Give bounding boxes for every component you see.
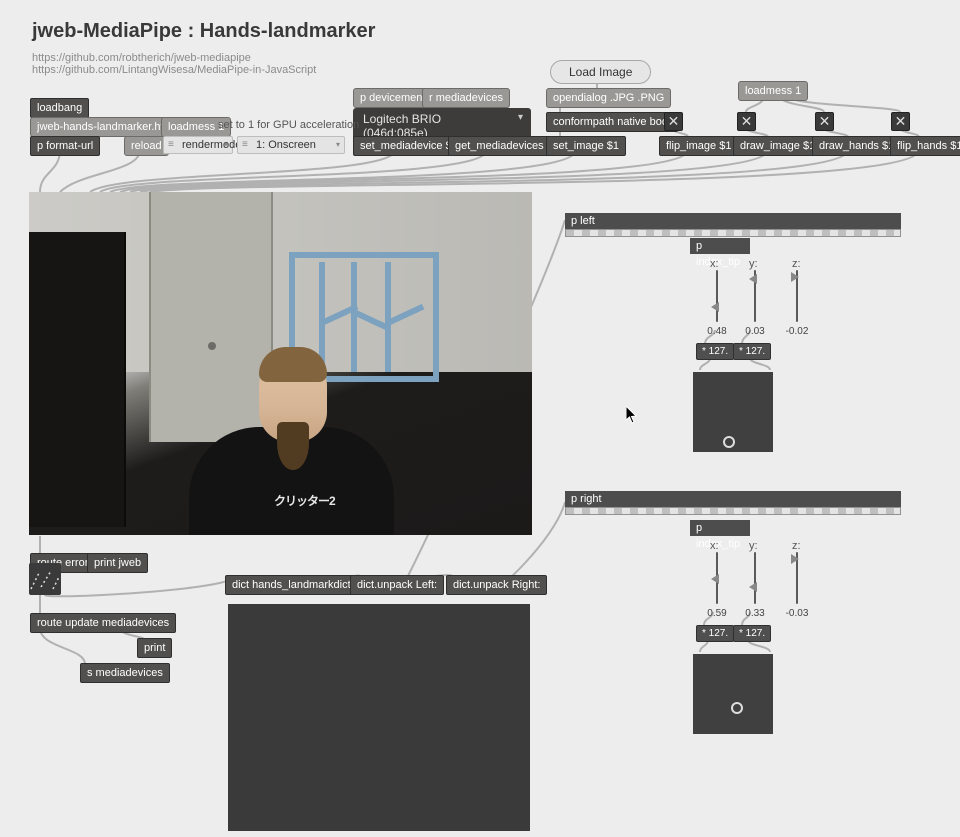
val-x-left: 0.48	[700, 326, 734, 337]
jweb-video-panel[interactable]: クリッター2	[29, 192, 532, 535]
slider-z-right[interactable]	[792, 552, 802, 604]
comment-gpu: set to 1 for GPU acceleration	[218, 119, 359, 131]
toggle-flipimage[interactable]: ✕	[737, 112, 756, 131]
mul127-x-right[interactable]: * 127.	[696, 625, 734, 642]
p-right-bar[interactable]: p right	[565, 491, 901, 507]
function-editor[interactable]	[29, 563, 61, 595]
get-mediadevices[interactable]: get_mediadevices	[448, 136, 551, 156]
onscreen-menu[interactable]: 1: Onscreen	[237, 136, 345, 154]
draw-hands[interactable]: draw_hands $1	[812, 136, 901, 156]
opendialog[interactable]: opendialog .JPG .PNG	[546, 88, 671, 108]
dict-unpack-right[interactable]: dict.unpack Right:	[446, 575, 547, 595]
val-y-right: 0.33	[738, 608, 772, 619]
x-icon: ✕	[819, 113, 831, 130]
xypad-left[interactable]	[693, 372, 773, 452]
p-left-divider	[565, 229, 901, 237]
rendermode-menu[interactable]: rendermode	[163, 136, 233, 154]
label-z-left: z:	[792, 258, 801, 270]
flip-hands[interactable]: flip_hands $1	[890, 136, 960, 156]
x-icon: ✕	[895, 113, 907, 130]
toggle-drawimage[interactable]: ✕	[815, 112, 834, 131]
toggle-drawhands[interactable]: ✕	[891, 112, 910, 131]
mul127-x-left[interactable]: * 127.	[696, 343, 734, 360]
label-x-right: x:	[710, 540, 719, 552]
print-jweb[interactable]: print jweb	[87, 553, 148, 573]
label-y-left: y:	[749, 258, 758, 270]
mouse-cursor	[626, 406, 638, 424]
val-z-left: -0.02	[780, 326, 814, 337]
p-indextip-right[interactable]: p index_tip	[690, 520, 750, 536]
dict-landmark[interactable]: dict hands_landmarkdict	[225, 575, 358, 595]
print[interactable]: print	[137, 638, 172, 658]
val-y-left: 0.03	[738, 326, 772, 337]
shirt-text: クリッター2	[274, 492, 335, 509]
p-right-divider	[565, 507, 901, 515]
route-update[interactable]: route update mediadevices	[30, 613, 176, 633]
slider-y-left[interactable]	[750, 270, 760, 322]
page-title: jweb-MediaPipe : Hands-landmarker	[32, 20, 375, 43]
label-x-left: x:	[710, 258, 719, 270]
load-image-button[interactable]: Load Image	[550, 60, 651, 84]
loadbang[interactable]: loadbang	[30, 98, 89, 118]
toggle-conformpath[interactable]: ✕	[664, 112, 683, 131]
draw-image[interactable]: draw_image $1	[733, 136, 822, 156]
loadmess-1-b[interactable]: loadmess 1	[738, 81, 808, 101]
slider-y-right[interactable]	[750, 552, 760, 604]
p-indextip-left[interactable]: p index_tip	[690, 238, 750, 254]
val-x-right: 0.59	[700, 608, 734, 619]
val-z-right: -0.03	[780, 608, 814, 619]
link-2: https://github.com/LintangWisesa/MediaPi…	[32, 64, 316, 76]
mul127-y-right[interactable]: * 127.	[733, 625, 771, 642]
x-icon: ✕	[668, 113, 680, 130]
conformpath[interactable]: conformpath native boot	[546, 112, 678, 132]
slider-x-left[interactable]	[712, 270, 722, 322]
x-icon: ✕	[741, 113, 753, 130]
xypad-right[interactable]	[693, 654, 773, 734]
r-mediadevices[interactable]: r mediadevices	[422, 88, 510, 108]
jweb-html[interactable]: jweb-hands-landmarker.html	[30, 117, 182, 137]
label-z-right: z:	[792, 540, 801, 552]
secondary-panel	[228, 604, 530, 831]
flip-image[interactable]: flip_image $1	[659, 136, 738, 156]
link-1: https://github.com/robtherich/jweb-media…	[32, 52, 251, 64]
mul127-y-left[interactable]: * 127.	[733, 343, 771, 360]
s-mediadevices[interactable]: s mediadevices	[80, 663, 170, 683]
dict-unpack-left[interactable]: dict.unpack Left:	[350, 575, 444, 595]
p-format-url[interactable]: p format-url	[30, 136, 100, 156]
set-image[interactable]: set_image $1	[546, 136, 626, 156]
slider-z-left[interactable]	[792, 270, 802, 322]
p-left-bar[interactable]: p left	[565, 213, 901, 229]
slider-x-right[interactable]	[712, 552, 722, 604]
label-y-right: y:	[749, 540, 758, 552]
reload-msg[interactable]: reload	[124, 136, 169, 156]
